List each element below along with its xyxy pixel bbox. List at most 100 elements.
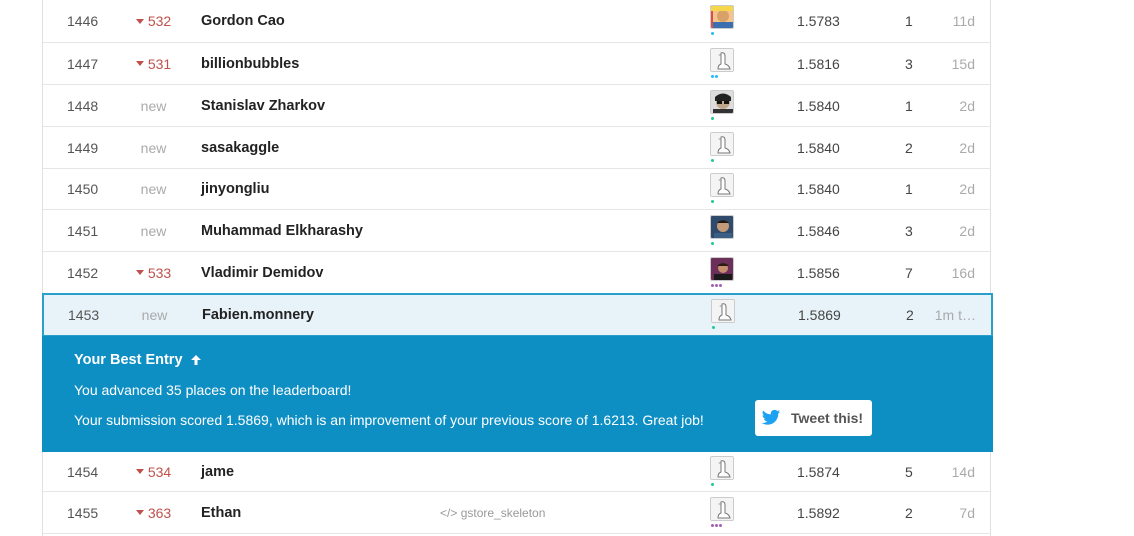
score: 1.5840 [797, 97, 840, 114]
entries-count: 1 [905, 97, 913, 114]
team-members[interactable] [710, 496, 736, 529]
last-submission: 14d [951, 463, 975, 480]
team-name[interactable]: Ethan [201, 505, 241, 521]
team-name[interactable]: Stanislav Zharkov [201, 98, 325, 114]
rank: 1446 [67, 13, 99, 29]
team-name[interactable]: Muhammad Elkharashy [201, 223, 363, 239]
table-row[interactable]: 1451 new Muhammad Elkharashy 1.5846 3 2d [43, 210, 991, 252]
tier-indicator [711, 200, 714, 204]
rank: 1452 [67, 264, 99, 281]
table-row[interactable]: 1452 533 Vladimir Demidov 1.5856 7 16d [43, 252, 991, 294]
team-name[interactable]: Gordon Cao [201, 13, 285, 29]
tier-indicator [711, 158, 714, 163]
rank: 1454 [67, 463, 99, 480]
tier-indicator [711, 283, 722, 288]
banner-title: Your Best Entry [74, 352, 202, 368]
table-row[interactable]: 1450 new jinyongliu 1.5840 1 2d [43, 169, 991, 210]
table-row[interactable]: 1449 new sasakaggle 1.5840 2 2d [43, 127, 991, 169]
team-name[interactable]: sasakaggle [201, 140, 279, 156]
team-name[interactable]: Fabien.monnery [202, 307, 314, 323]
team-members[interactable] [710, 131, 736, 164]
tweet-button[interactable]: Tweet this! [755, 400, 872, 436]
tier-indicator [711, 74, 718, 79]
table-row[interactable]: 1455 363 Ethan </> gstore_skeleton 1.589… [43, 492, 991, 534]
goose-icon[interactable] [710, 496, 734, 521]
twitter-icon [761, 409, 781, 425]
team-members[interactable] [710, 214, 736, 247]
rank-change-new: new [140, 181, 167, 197]
goose-icon[interactable] [710, 455, 734, 480]
tier-indicator [712, 326, 715, 330]
tier-indicator [711, 482, 714, 487]
team-members[interactable] [710, 173, 736, 205]
table-row[interactable]: 1448 new Stanislav Zharkov 1.5840 1 2d [43, 85, 991, 127]
goose-icon[interactable] [710, 173, 734, 197]
team-members[interactable] [710, 256, 736, 289]
banner-score-text: Your submission scored 1.5869, which is … [74, 412, 704, 428]
tier-indicator [711, 523, 722, 528]
last-submission: 2d [959, 97, 975, 114]
team-name[interactable]: jinyongliu [201, 181, 269, 197]
rank-change-down: 531 [131, 56, 176, 72]
rank: 1448 [67, 97, 99, 114]
best-entry-banner: Your Best Entry You advanced 35 places o… [42, 336, 993, 452]
score: 1.5783 [797, 13, 840, 29]
goose-icon[interactable] [710, 47, 734, 72]
table-row[interactable]: 1454 534 jame 1.5874 5 14d [43, 452, 991, 492]
entries-count: 1 [905, 181, 913, 197]
team-members[interactable] [710, 89, 736, 122]
down-arrow-icon [135, 469, 144, 475]
tier-indicator [711, 116, 714, 121]
score: 1.5874 [797, 463, 840, 480]
rank: 1455 [67, 504, 99, 521]
last-submission: 16d [951, 264, 975, 281]
entries-count: 3 [905, 222, 913, 239]
entries-count: 1 [905, 13, 913, 29]
code-icon: </> [440, 505, 461, 520]
rank-change-down: 533 [131, 265, 176, 281]
last-submission: 15d [951, 55, 975, 72]
goose-icon[interactable] [711, 299, 735, 323]
score: 1.5840 [797, 139, 840, 156]
team-name[interactable]: jame [201, 464, 234, 480]
team-members[interactable] [710, 5, 736, 37]
entries-count: 2 [905, 139, 913, 156]
team-name[interactable]: billionbubbles [201, 56, 299, 72]
team-name[interactable]: Vladimir Demidov [201, 265, 323, 281]
rank-change-new: new [140, 222, 167, 239]
tier-indicator [711, 32, 714, 36]
entries-count: 7 [905, 264, 913, 281]
avatar[interactable] [710, 5, 734, 29]
team-members[interactable] [710, 455, 736, 488]
entries-count: 2 [905, 504, 913, 521]
table-row[interactable]: 1447 531 billionbubbles 1.5816 3 15d [43, 43, 991, 85]
entries-count: 5 [905, 463, 913, 480]
down-arrow-icon [135, 270, 144, 276]
table-row[interactable]: 1446 532 Gordon Cao 1.5783 1 11d [43, 0, 991, 43]
table-row-current-user[interactable]: 1453 new Fabien.monnery 1.5869 2 1m t… [42, 293, 993, 337]
score: 1.5816 [797, 55, 840, 72]
rank: 1450 [67, 181, 99, 197]
score: 1.5856 [797, 264, 840, 281]
last-submission: 11d [952, 13, 975, 29]
tier-indicator [711, 241, 714, 246]
banner-advance-text: You advanced 35 places on the leaderboar… [74, 382, 352, 398]
team-members[interactable] [710, 47, 736, 80]
avatar[interactable] [710, 89, 734, 114]
rank-change-down: 534 [131, 464, 176, 480]
entries-count: 3 [905, 55, 913, 72]
score: 1.5840 [797, 181, 840, 197]
avatar[interactable] [710, 256, 734, 281]
avatar[interactable] [710, 214, 734, 239]
entries-count: 2 [906, 307, 914, 323]
rank: 1451 [67, 222, 99, 239]
score: 1.5846 [797, 222, 840, 239]
goose-icon[interactable] [710, 131, 734, 156]
last-submission: 1m t… [934, 307, 976, 323]
rank-change-down: 363 [131, 505, 176, 521]
down-arrow-icon [135, 18, 144, 24]
kernel-link[interactable]: </> gstore_skeleton [440, 506, 545, 520]
team-members[interactable] [711, 299, 737, 331]
last-submission: 2d [959, 181, 975, 197]
last-submission: 2d [959, 139, 975, 156]
